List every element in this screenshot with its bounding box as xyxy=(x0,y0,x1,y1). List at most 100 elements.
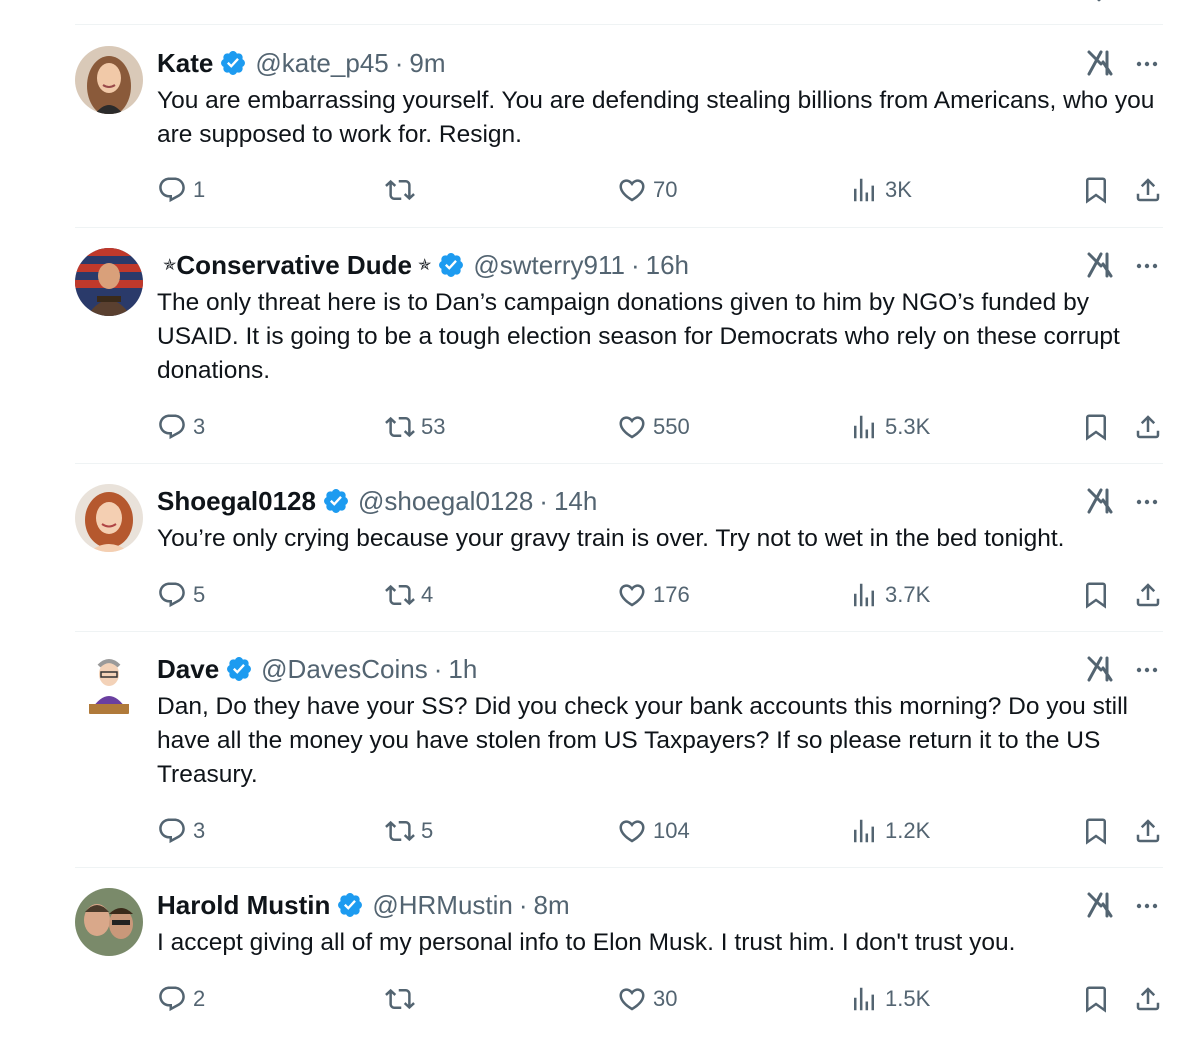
repost-icon xyxy=(385,179,415,201)
timestamp[interactable]: 9m xyxy=(409,48,445,79)
grok-icon[interactable] xyxy=(1085,250,1115,280)
reply-button[interactable]: 3 xyxy=(157,813,205,849)
share-button[interactable] xyxy=(1133,409,1163,445)
user-handle[interactable]: @DavesCoins xyxy=(261,654,428,685)
grok-icon[interactable] xyxy=(1085,654,1115,684)
repost-icon xyxy=(385,416,415,438)
like-count: 104 xyxy=(653,818,690,843)
heart-icon xyxy=(619,988,645,1011)
repost-button[interactable]: 53 xyxy=(385,409,445,445)
tweet-header: Harold Mustin @HRMustin · 8m xyxy=(157,888,570,922)
display-name[interactable]: Conservative Dude xyxy=(176,250,412,281)
display-name[interactable]: Dave xyxy=(157,654,219,685)
tweet-card[interactable]: Harold Mustin @HRMustin · 8m I accept gi… xyxy=(75,868,1163,1036)
share-button[interactable] xyxy=(1133,577,1163,613)
share-icon xyxy=(1136,178,1160,202)
more-options-icon[interactable] xyxy=(1133,656,1161,684)
like-count: 176 xyxy=(653,582,690,607)
like-button[interactable]: 70 xyxy=(617,172,677,208)
heart-icon xyxy=(619,179,645,202)
share-button[interactable] xyxy=(1133,813,1163,849)
reply-button[interactable]: 1 xyxy=(157,172,205,208)
repost-button[interactable]: 5 xyxy=(385,813,433,849)
timestamp[interactable]: 8m xyxy=(534,890,570,921)
share-icon[interactable] xyxy=(1135,0,1163,4)
tweet-actions: 1 70 3K xyxy=(157,172,1163,208)
tweet-text: You are embarrassing yourself. You are d… xyxy=(157,87,1155,148)
views-button[interactable]: 1.5K xyxy=(849,981,930,1017)
share-button[interactable] xyxy=(1133,172,1163,208)
like-count: 70 xyxy=(653,177,678,202)
avatar[interactable] xyxy=(75,652,143,720)
repost-button[interactable] xyxy=(385,172,421,208)
views-button[interactable]: 5.3K xyxy=(849,409,930,445)
tweet-card[interactable]: Shoegal0128 @shoegal0128 · 14h You’re on… xyxy=(75,464,1163,632)
verified-badge-icon[interactable] xyxy=(322,487,350,515)
verified-badge-icon[interactable] xyxy=(437,251,465,279)
reply-button[interactable]: 3 xyxy=(157,409,205,445)
reply-icon xyxy=(159,986,185,1012)
views-button[interactable]: 3.7K xyxy=(849,577,930,613)
timestamp[interactable]: 1h xyxy=(448,654,477,685)
bookmark-button[interactable] xyxy=(1081,172,1111,208)
bookmark-button[interactable] xyxy=(1081,409,1111,445)
avatar[interactable] xyxy=(75,46,143,114)
more-options-icon[interactable] xyxy=(1133,50,1161,78)
views-button[interactable]: 1.2K xyxy=(849,813,930,849)
timestamp[interactable]: 16h xyxy=(646,250,689,281)
more-options-icon[interactable] xyxy=(1133,488,1161,516)
redhead-portrait-icon xyxy=(75,484,143,552)
like-count: 550 xyxy=(653,414,690,439)
avatar[interactable] xyxy=(75,248,143,316)
heart-icon xyxy=(619,584,645,607)
verified-badge-icon[interactable] xyxy=(225,655,253,683)
repost-button[interactable]: 4 xyxy=(385,577,433,613)
like-button[interactable]: 104 xyxy=(617,813,690,849)
share-button[interactable] xyxy=(1133,981,1163,1017)
like-button[interactable]: 550 xyxy=(617,409,690,445)
tweet-header: Shoegal0128 @shoegal0128 · 14h xyxy=(157,484,597,518)
tweet-card[interactable]: Kate @kate_p45 · 9m You are embarrassing… xyxy=(75,24,1163,228)
timestamp[interactable]: 14h xyxy=(554,486,597,517)
more-options-icon[interactable] xyxy=(1133,892,1161,920)
grok-icon[interactable] xyxy=(1085,486,1115,516)
grok-icon[interactable] xyxy=(1085,48,1115,78)
tweet-header: ✯ Conservative Dude ✯ @swterry911 · 16h xyxy=(157,248,689,282)
bookmark-icon xyxy=(1086,582,1106,609)
views-button[interactable]: 3K xyxy=(849,172,912,208)
bookmark-button[interactable] xyxy=(1081,813,1111,849)
tweet-text: I accept giving all of my personal info … xyxy=(157,929,1016,956)
bookmark-icon[interactable] xyxy=(1085,0,1113,4)
display-name[interactable]: Kate xyxy=(157,48,213,79)
separator-dot: · xyxy=(394,47,404,78)
more-options-icon[interactable] xyxy=(1133,252,1161,280)
tweet-card[interactable]: Dave @DavesCoins · 1h Dan, Do they have … xyxy=(75,632,1163,868)
reply-button[interactable]: 2 xyxy=(157,981,205,1017)
separator-dot: · xyxy=(630,249,640,280)
repost-icon xyxy=(385,584,415,606)
avatar[interactable] xyxy=(75,484,143,552)
avatar[interactable] xyxy=(75,888,143,956)
reply-button[interactable]: 5 xyxy=(157,577,205,613)
like-button[interactable]: 30 xyxy=(617,981,677,1017)
user-handle[interactable]: @shoegal0128 xyxy=(358,486,533,517)
reply-icon xyxy=(159,818,185,844)
bookmark-button[interactable] xyxy=(1081,981,1111,1017)
verified-badge-icon[interactable] xyxy=(219,49,247,77)
bookmark-button[interactable] xyxy=(1081,577,1111,613)
tweet-header: Dave @DavesCoins · 1h xyxy=(157,652,477,686)
tweet-card[interactable]: ✯ Conservative Dude ✯ @swterry911 · 16h … xyxy=(75,228,1163,464)
reply-count: 3 xyxy=(193,818,206,843)
display-name[interactable]: Harold Mustin xyxy=(157,890,330,921)
share-icon xyxy=(1136,819,1160,843)
repost-button[interactable] xyxy=(385,981,421,1017)
grok-icon[interactable] xyxy=(1085,890,1115,920)
user-handle[interactable]: @HRMustin xyxy=(372,890,513,921)
user-handle[interactable]: @swterry911 xyxy=(473,250,625,281)
tweet-text: You’re only crying because your gravy tr… xyxy=(157,525,1065,552)
user-handle[interactable]: @kate_p45 xyxy=(255,48,388,79)
repost-count: 4 xyxy=(421,582,434,607)
like-button[interactable]: 176 xyxy=(617,577,690,613)
verified-badge-icon[interactable] xyxy=(336,891,364,919)
display-name[interactable]: Shoegal0128 xyxy=(157,486,316,517)
